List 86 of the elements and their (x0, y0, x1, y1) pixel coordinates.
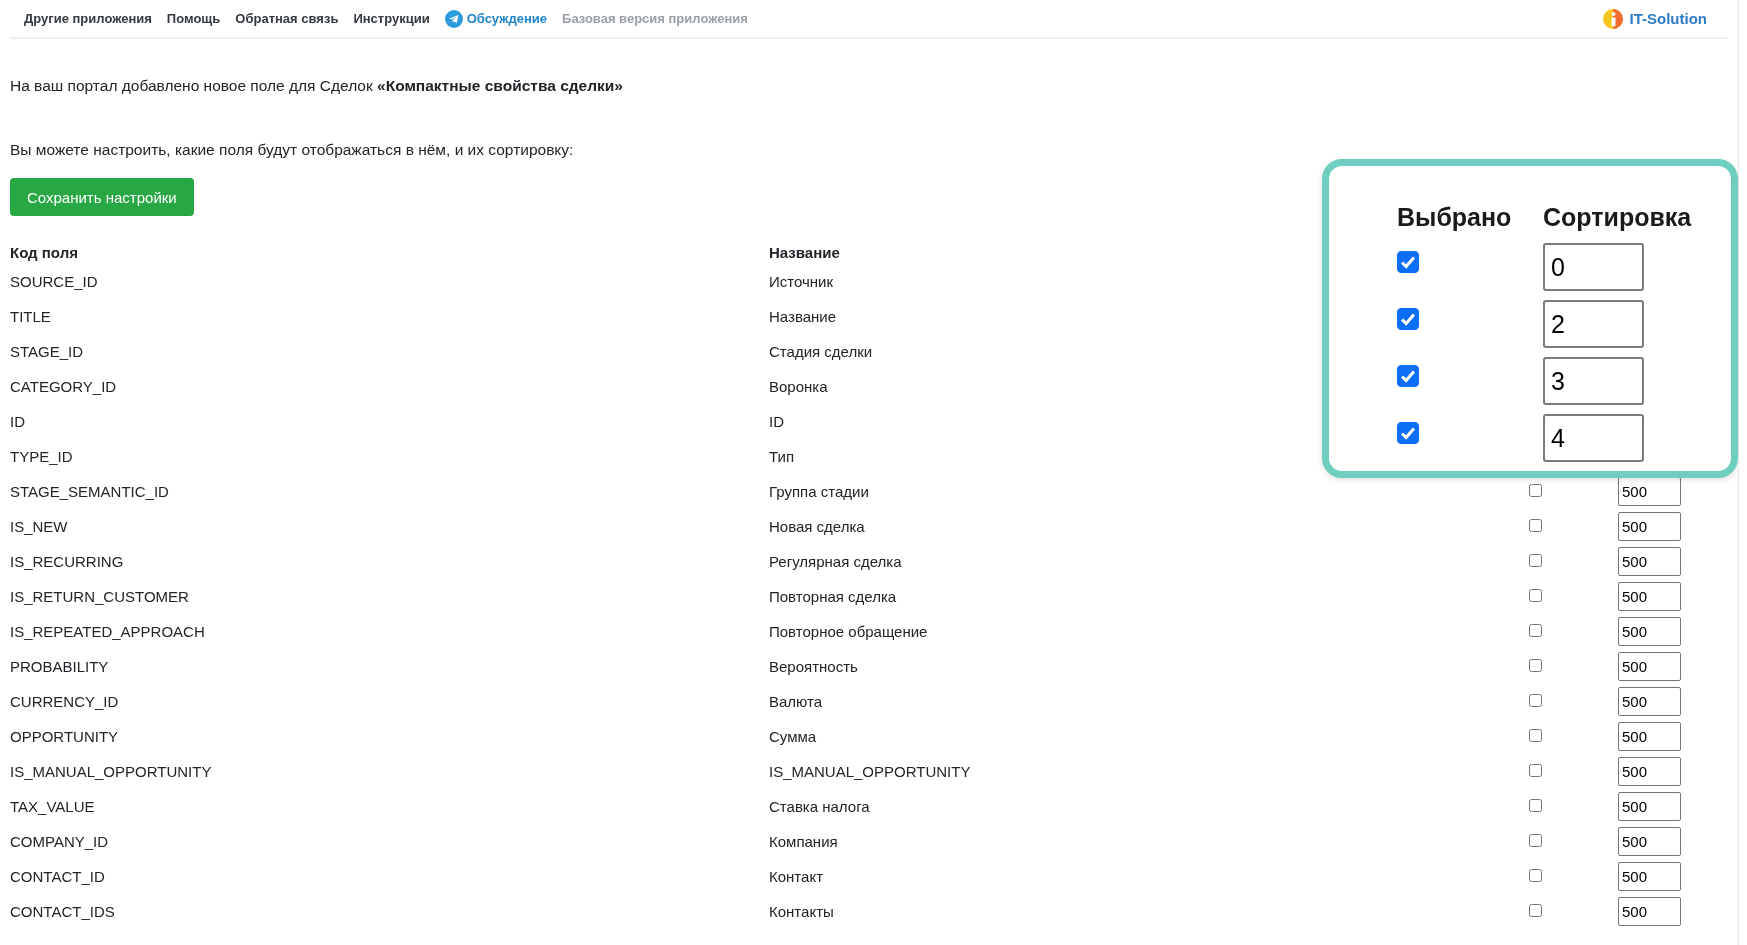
field-code: COMPANY_ID (10, 833, 109, 850)
checkbox[interactable] (1529, 833, 1542, 847)
column-header: Название (769, 243, 840, 261)
checkbox[interactable] (1529, 693, 1542, 707)
column-header: Выбрано (1397, 202, 1512, 232)
intro-text: На ваш портал добавлено новое поле для Сделок «Компактные свойства сделки» (10, 76, 623, 96)
checkbox[interactable] (1529, 658, 1542, 672)
checkbox[interactable] (1529, 588, 1542, 602)
sort-input[interactable]: 4 (1543, 414, 1644, 462)
checkbox[interactable] (1529, 798, 1542, 812)
sort-input[interactable]: 0 (1543, 243, 1644, 291)
logo-link[interactable]: IT-Solution (1602, 8, 1707, 29)
field-name: Регулярная сделка (769, 553, 902, 570)
checkbox[interactable] (1529, 518, 1542, 532)
field-code: IS_RETURN_CUSTOMER (10, 588, 189, 605)
sort-input[interactable]: 500 (1618, 827, 1681, 856)
field-name: Название (769, 308, 837, 325)
sort-input[interactable]: 500 (1618, 792, 1681, 821)
nav-link[interactable]: Обсуждение (444, 9, 548, 28)
sort-input[interactable]: 500 (1618, 687, 1681, 716)
checkbox[interactable] (1529, 903, 1542, 917)
sort-input[interactable]: 500 (1618, 722, 1681, 751)
hint-text: Вы можете настроить, какие поля будут отображаться в нём, и их сортировку: (10, 140, 574, 160)
nav-link[interactable]: Помощь (166, 11, 221, 26)
sort-input[interactable]: 500 (1618, 652, 1681, 681)
sort-input[interactable]: 500 (1618, 757, 1681, 786)
sort-input[interactable]: 500 (1618, 582, 1681, 611)
paper-plane-icon (444, 9, 463, 28)
field-name: Новая сделка (769, 518, 865, 535)
sort-input[interactable]: 500 (1618, 897, 1681, 926)
field-name: Тип (769, 448, 794, 465)
field-name: Повторное обращение (769, 623, 928, 640)
column-header: Сортировка (1543, 202, 1692, 232)
field-code: TITLE (10, 308, 51, 325)
field-name: Валюта (769, 693, 823, 710)
sort-input[interactable]: 500 (1618, 547, 1681, 576)
field-code: PROBABILITY (10, 658, 109, 675)
field-name: Вероятность (769, 658, 858, 675)
field-name: Воронка (769, 378, 828, 395)
field-code: IS_RECURRING (10, 553, 124, 570)
field-name: ID (769, 413, 784, 430)
sort-input[interactable]: 500 (1618, 617, 1681, 646)
field-code: SOURCE_ID (10, 273, 98, 290)
field-code: IS_REPEATED_APPROACH (10, 623, 205, 640)
field-code: CONTACT_IDS (10, 903, 115, 920)
sort-input[interactable]: 500 (1618, 477, 1681, 506)
field-name: Контакты (769, 903, 834, 920)
sort-input[interactable]: 500 (1618, 512, 1681, 541)
field-name: IS_MANUAL_OPPORTUNITY (769, 763, 971, 780)
sort-input[interactable]: 3 (1543, 357, 1644, 405)
checkbox[interactable] (1529, 728, 1542, 742)
checkbox[interactable] (1397, 422, 1419, 444)
field-code: CATEGORY_ID (10, 378, 117, 395)
field-name: Стадия сделки (769, 343, 873, 360)
field-name: Контакт (769, 868, 823, 885)
checkbox[interactable] (1529, 623, 1542, 637)
checkbox[interactable] (1529, 553, 1542, 567)
field-code: OPPORTUNITY (10, 728, 119, 745)
field-name: Компания (769, 833, 838, 850)
field-code: ID (10, 413, 25, 430)
checkbox[interactable] (1397, 365, 1419, 387)
field-name: Источник (769, 273, 834, 290)
checkbox[interactable] (1529, 868, 1542, 882)
field-name: Сумма (769, 728, 817, 745)
field-name: Повторная сделка (769, 588, 897, 605)
logo-icon (1602, 8, 1623, 29)
field-name: Группа стадии (769, 483, 869, 500)
sort-input[interactable]: 2 (1543, 300, 1644, 348)
checkbox[interactable] (1529, 483, 1542, 497)
field-code: IS_MANUAL_OPPORTUNITY (10, 763, 212, 780)
checkbox[interactable] (1529, 763, 1542, 777)
nav-link[interactable]: Другие приложения (24, 11, 152, 26)
column-header: Код поля (10, 243, 78, 261)
field-name: Ставка налога (769, 798, 870, 815)
checkbox[interactable] (1397, 251, 1419, 273)
field-code: STAGE_SEMANTIC_ID (10, 483, 169, 500)
nav-link[interactable]: Инструкции (353, 11, 430, 26)
field-code: CURRENCY_ID (10, 693, 119, 710)
field-code: TYPE_ID (10, 448, 73, 465)
field-code: CONTACT_ID (10, 868, 105, 885)
field-code: IS_NEW (10, 518, 68, 535)
checkbox[interactable] (1397, 308, 1419, 330)
nav-link[interactable]: Обратная связь (235, 11, 339, 26)
field-code: STAGE_ID (10, 343, 84, 360)
field-code: TAX_VALUE (10, 798, 95, 815)
sort-input[interactable]: 500 (1618, 862, 1681, 891)
